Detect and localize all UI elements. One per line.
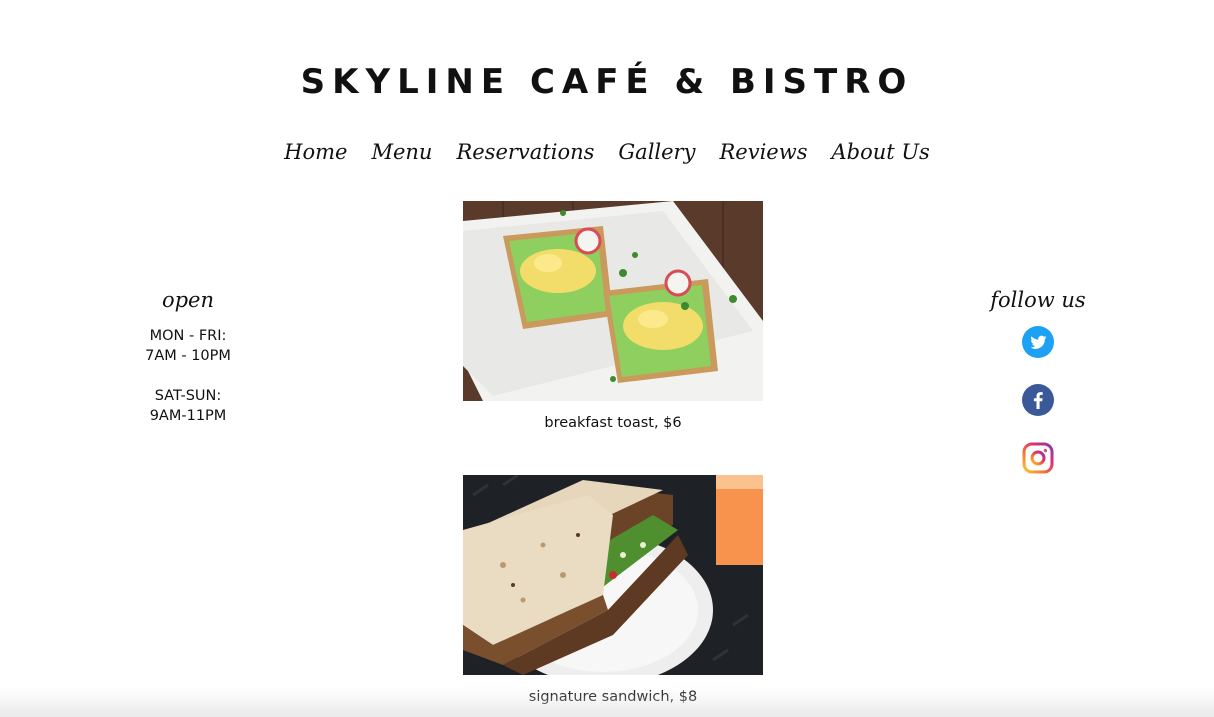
dish-card: signature sandwich, $8 <box>463 475 763 705</box>
dish-caption: signature sandwich, $8 <box>528 689 698 705</box>
sandwich-photo <box>463 475 763 675</box>
nav-gallery[interactable]: Gallery <box>618 140 695 164</box>
weekday-time: 7AM - 10PM <box>145 348 231 364</box>
opening-hours: open MON - FRI: 7AM - 10PM SAT-SUN: 9AM-… <box>108 288 268 426</box>
social-links: follow us <box>968 288 1108 500</box>
dish-caption: breakfast toast, $6 <box>544 415 682 431</box>
twitter-icon[interactable] <box>1022 326 1054 358</box>
social-heading: follow us <box>990 288 1086 312</box>
main-nav: Home Menu Reservations Gallery Reviews A… <box>0 140 1214 164</box>
hours-heading: open <box>161 288 215 312</box>
dish-card: breakfast toast, $6 <box>463 201 763 431</box>
nav-reviews[interactable]: Reviews <box>719 140 807 164</box>
nav-about-us[interactable]: About Us <box>831 140 929 164</box>
nav-menu[interactable]: Menu <box>371 140 432 164</box>
page: SKYLINE CAFÉ & BISTRO Home Menu Reservat… <box>0 0 1214 717</box>
weekend-days: SAT-SUN: <box>154 388 222 404</box>
avocado-toast-photo <box>463 201 763 401</box>
site-title: SKYLINE CAFÉ & BISTRO <box>300 62 914 102</box>
instagram-icon[interactable] <box>1022 442 1054 474</box>
nav-reservations[interactable]: Reservations <box>456 140 594 164</box>
weekend-time: 9AM-11PM <box>149 408 227 424</box>
facebook-icon[interactable] <box>1022 384 1054 416</box>
weekday-days: MON - FRI: <box>149 328 227 344</box>
nav-home[interactable]: Home <box>284 140 347 164</box>
